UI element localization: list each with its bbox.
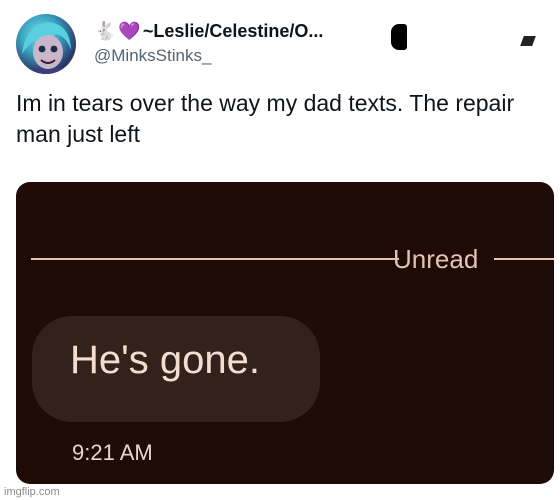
author-display-name[interactable]: ~Leslie/Celestine/O...: [143, 21, 324, 42]
author-handle[interactable]: @MinksStinks_: [94, 46, 211, 66]
tweet-text: Im in tears over the way my dad texts. T…: [16, 90, 515, 147]
profile-avatar[interactable]: [16, 14, 76, 74]
redaction-mark-small: [520, 36, 536, 46]
author-name-row[interactable]: 🐇 💜 ~Leslie/Celestine/O...: [94, 18, 323, 44]
rabbit-emoji-icon: 🐇: [94, 21, 117, 41]
avatar-illustration: [20, 22, 74, 74]
message-text: He's gone.: [70, 338, 260, 382]
message-timestamp: 9:21 AM: [72, 440, 153, 465]
unread-label: Unread: [393, 244, 479, 274]
purple-heart-emoji-icon: 💜: [118, 21, 141, 41]
watermark: imgflip.com: [4, 486, 60, 498]
unread-divider-right: [494, 258, 554, 260]
attached-text-message-screenshot[interactable]: Unread He's gone. 9:21 AM: [16, 182, 554, 484]
message-bubble: He's gone.: [32, 316, 320, 422]
unread-divider-left: [31, 258, 399, 260]
redaction-mark: [391, 24, 407, 50]
